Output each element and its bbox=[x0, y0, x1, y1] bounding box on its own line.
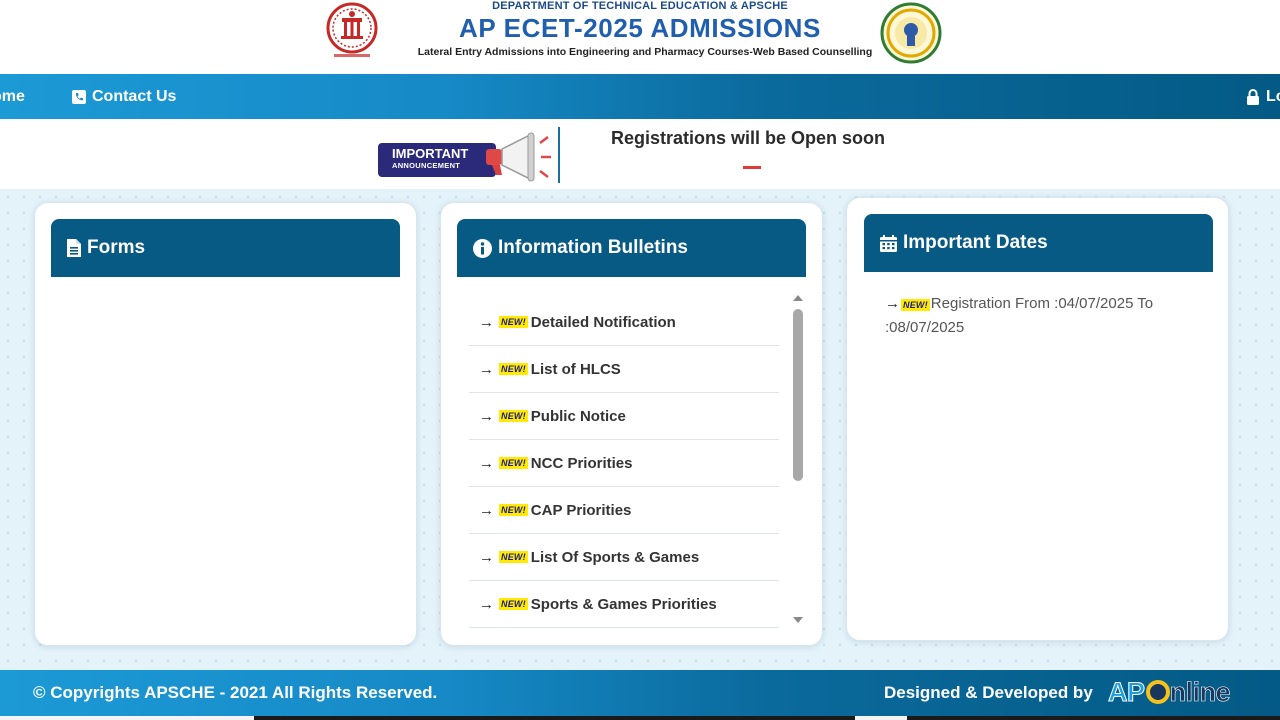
new-badge: NEW! bbox=[499, 316, 528, 328]
forms-card-title: Forms bbox=[87, 237, 146, 258]
bulletin-list: → NEW! Detailed Notification → NEW! List… bbox=[469, 299, 779, 629]
new-badge: NEW! bbox=[499, 410, 528, 422]
new-badge: NEW! bbox=[499, 504, 528, 516]
bulletin-item[interactable]: → NEW! Detailed Notification bbox=[469, 299, 779, 346]
main-nav: ome Contact Us Lo bbox=[0, 74, 1280, 119]
bulletin-item[interactable]: → NEW! NCC Priorities bbox=[469, 440, 779, 487]
new-badge: NEW! bbox=[901, 299, 930, 311]
bulletin-item[interactable]: → NEW! Sports & Games Priorities bbox=[469, 581, 779, 628]
logo-ap-text: AP bbox=[1108, 677, 1146, 708]
announcement-text: Registrations will be Open soon bbox=[611, 128, 886, 148]
scroll-up-arrow-icon[interactable] bbox=[793, 295, 803, 301]
arrow-right-icon: → bbox=[885, 295, 900, 312]
announcement-dash bbox=[743, 166, 761, 169]
developed-by-text: Designed & Developed by bbox=[884, 683, 1093, 702]
new-badge: NEW! bbox=[499, 457, 528, 469]
date-item: → NEW! Registration From :04/07/2025 To :0… bbox=[885, 292, 1205, 340]
bulletin-item[interactable]: → NEW! List of HLCS bbox=[469, 346, 779, 393]
aponline-logo[interactable]: AP nline bbox=[1108, 676, 1231, 708]
bulletin-scrollbar[interactable] bbox=[791, 291, 805, 631]
bulletin-label: List Of Sports & Games bbox=[530, 548, 700, 566]
bulletin-label: Public Notice bbox=[530, 407, 626, 425]
nav-home-label: ome bbox=[0, 88, 25, 105]
scroll-down-arrow-icon[interactable] bbox=[793, 617, 803, 623]
nav-contact-label: Contact Us bbox=[92, 88, 177, 105]
site-header: DEPARTMENT OF TECHNICAL EDUCATION & APSC… bbox=[0, 0, 1280, 74]
bulletin-label: CAP Priorities bbox=[530, 501, 632, 519]
arrow-right-icon: → bbox=[479, 501, 494, 519]
bulletins-card-header: Information Bulletins bbox=[457, 219, 806, 277]
logo-o-ring-icon bbox=[1145, 680, 1170, 704]
bulletins-card: Information Bulletins → NEW! Detailed No… bbox=[440, 202, 823, 646]
phone-icon bbox=[72, 89, 86, 104]
arrow-right-icon: → bbox=[479, 548, 494, 566]
forms-card-header: Forms bbox=[51, 219, 400, 277]
forms-card: Forms bbox=[34, 202, 417, 646]
announcement-bar: IMPORTANT ANNOUNCEMENT Registrations wil… bbox=[0, 119, 1280, 189]
logo-online-text: nline bbox=[1169, 677, 1231, 708]
dates-card: Important Dates → NEW! Registration From :… bbox=[846, 197, 1229, 641]
arrow-right-icon: → bbox=[479, 454, 494, 472]
ap-state-emblem-icon bbox=[880, 2, 942, 64]
announcement-divider bbox=[558, 127, 560, 183]
bulletins-card-title: Information Bulletins bbox=[498, 237, 688, 258]
arrow-right-icon: → bbox=[479, 313, 494, 331]
bulletin-item[interactable]: → NEW! List Of Sports & Games bbox=[469, 534, 779, 581]
arrow-right-icon: → bbox=[479, 595, 494, 613]
lock-icon bbox=[1247, 88, 1259, 105]
bulletin-item[interactable]: → NEW! CAP Priorities bbox=[469, 487, 779, 534]
calendar-icon bbox=[880, 234, 897, 252]
bulletin-label: List of HLCS bbox=[530, 360, 621, 378]
bulletin-label: Sports & Games Priorities bbox=[530, 595, 717, 613]
apsche-emblem-icon bbox=[326, 2, 378, 57]
site-footer: © Copyrights APSCHE - 2021 All Rights Re… bbox=[0, 670, 1280, 716]
department-name: DEPARTMENT OF TECHNICAL EDUCATION & APSC… bbox=[492, 0, 788, 12]
scroll-thumb[interactable] bbox=[793, 309, 803, 481]
dates-card-title: Important Dates bbox=[903, 232, 1048, 253]
megaphone-icon bbox=[486, 132, 551, 182]
nav-login-link[interactable]: Lo bbox=[1246, 74, 1280, 119]
nav-home-link[interactable]: ome bbox=[0, 74, 25, 119]
bulletin-label: NCC Priorities bbox=[530, 454, 633, 472]
page-title: AP ECET-2025 ADMISSIONS bbox=[458, 13, 822, 43]
file-icon bbox=[67, 239, 81, 257]
new-badge: NEW! bbox=[499, 363, 528, 375]
bulletin-label: Detailed Notification bbox=[530, 313, 676, 331]
arrow-right-icon: → bbox=[479, 407, 494, 425]
copyright-text: © Copyrights APSCHE - 2021 All Rights Re… bbox=[33, 683, 438, 702]
arrow-right-icon: → bbox=[479, 360, 494, 378]
page-subtitle: Lateral Entry Admissions into Engineerin… bbox=[417, 46, 873, 58]
nav-login-label: Lo bbox=[1266, 88, 1280, 105]
info-circle-icon bbox=[473, 238, 492, 258]
bulletin-item[interactable]: → NEW! Public Notice bbox=[469, 393, 779, 440]
new-badge: NEW! bbox=[499, 551, 528, 563]
nav-contact-link[interactable]: Contact Us bbox=[72, 74, 176, 119]
main-content: Forms Information Bulletins → NEW! Detai… bbox=[0, 189, 1280, 670]
bottom-strip bbox=[0, 716, 1280, 720]
new-badge: NEW! bbox=[499, 598, 528, 610]
dates-card-header: Important Dates bbox=[864, 214, 1213, 272]
